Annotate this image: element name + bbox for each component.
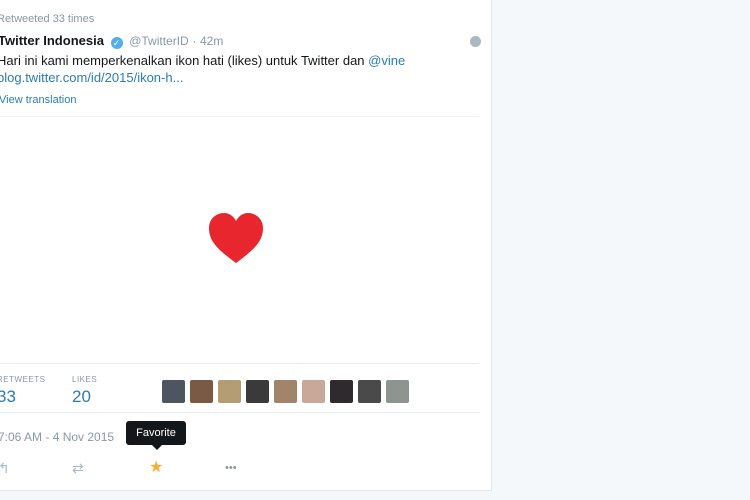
liker-avatar[interactable] <box>162 380 185 403</box>
tweet-stats: RETWEETS 33 LIKES 20 <box>0 372 480 413</box>
tweet-time[interactable]: 42m <box>200 34 223 48</box>
likes-label: LIKES <box>72 375 98 384</box>
verified-icon: ✓ <box>110 37 123 49</box>
liker-avatar[interactable] <box>302 380 325 403</box>
retweets-label: RETWEETS <box>0 375 46 384</box>
tweet-media[interactable] <box>0 116 479 364</box>
tweet-url-link[interactable]: blog.twitter.com/id/2015/ikon-h... <box>0 70 183 85</box>
liker-avatar[interactable] <box>386 380 409 403</box>
more-options-icon[interactable] <box>470 36 481 47</box>
right-panel <box>492 0 750 500</box>
liker-avatar[interactable] <box>246 380 269 403</box>
liker-avatar[interactable] <box>330 380 353 403</box>
separator: · <box>192 34 197 48</box>
star-icon[interactable]: ★ <box>149 456 163 480</box>
heart-icon <box>209 213 263 263</box>
author-name[interactable]: Twitter Indonesia <box>0 33 104 48</box>
reply-icon[interactable]: ↰ <box>0 456 10 480</box>
liker-avatar[interactable] <box>190 380 213 403</box>
view-translation-link[interactable]: View translation <box>0 94 76 106</box>
author-handle[interactable]: @TwitterID <box>129 34 189 48</box>
liker-avatar[interactable] <box>274 380 297 403</box>
retweet-icon[interactable]: ⇄ <box>72 456 84 480</box>
tweet-timestamp: 7:06 AM - 4 Nov 2015 <box>0 430 115 444</box>
likes-stat[interactable]: LIKES 20 <box>72 375 97 407</box>
tweet-actions: ↰ ⇄ ★ ••• <box>0 456 480 481</box>
mention-link[interactable]: @vine <box>368 53 405 68</box>
tweet-text-line1: Hari ini kami memperkenalkan ikon hati (… <box>0 53 369 68</box>
liker-avatar[interactable] <box>218 380 241 403</box>
retweets-stat[interactable]: RETWEETS 33 <box>0 375 45 407</box>
retweet-info: Retweeted 33 times <box>0 13 95 25</box>
tweet-header: Twitter Indonesia ✓ @TwitterID · 42m <box>0 33 223 49</box>
more-actions-button[interactable]: ••• <box>225 456 237 480</box>
tweet-text: Hari ini kami memperkenalkan ikon hati (… <box>0 52 467 86</box>
favorite-tooltip: Favorite <box>126 421 186 450</box>
retweets-count: 33 <box>0 387 16 406</box>
likes-count: 20 <box>72 387 91 406</box>
liker-avatar[interactable] <box>358 380 381 403</box>
tweet-card: Retweeted 33 times Twitter Indonesia ✓ @… <box>0 0 492 491</box>
